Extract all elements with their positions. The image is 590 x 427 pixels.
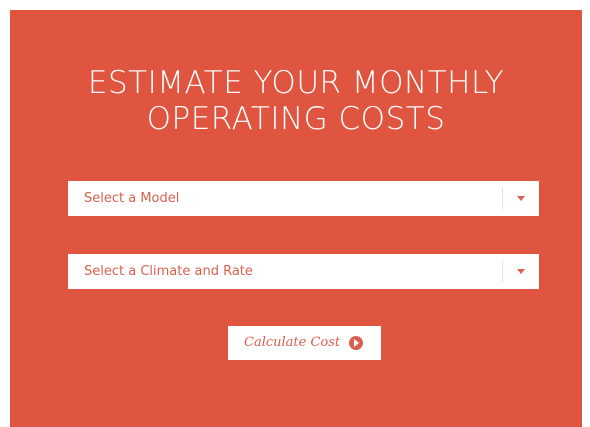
title-line-2: OPERATING COSTS bbox=[146, 101, 446, 137]
page-title: ESTIMATE YOUR MONTHLY OPERATING COSTS bbox=[10, 65, 582, 137]
calculate-cost-label: Calculate Cost bbox=[244, 335, 341, 350]
climate-rate-select[interactable]: Select a Climate and Rate bbox=[68, 254, 539, 289]
title-line-1: ESTIMATE YOUR MONTHLY bbox=[87, 65, 505, 101]
climate-select-placeholder: Select a Climate and Rate bbox=[84, 264, 253, 279]
calculate-cost-button[interactable]: Calculate Cost bbox=[228, 326, 381, 360]
play-circle-icon bbox=[349, 336, 363, 350]
model-select-divider bbox=[502, 188, 503, 209]
chevron-down-icon[interactable] bbox=[517, 196, 525, 201]
chevron-down-icon[interactable] bbox=[517, 269, 525, 274]
cost-estimator-panel: ESTIMATE YOUR MONTHLY OPERATING COSTS Se… bbox=[10, 10, 582, 427]
model-select[interactable]: Select a Model bbox=[68, 181, 539, 216]
model-select-placeholder: Select a Model bbox=[84, 191, 180, 206]
climate-select-divider bbox=[502, 261, 503, 282]
